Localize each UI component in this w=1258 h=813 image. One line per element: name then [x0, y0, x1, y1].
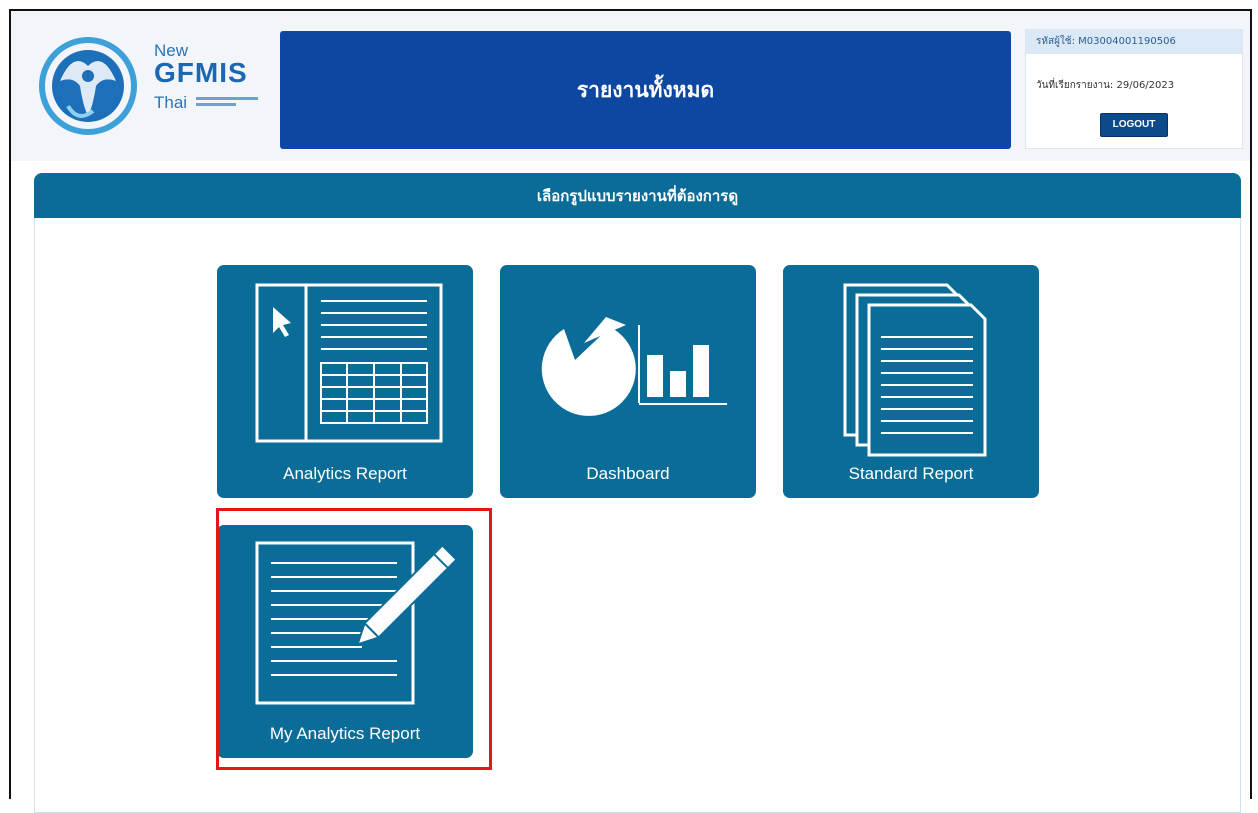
app-frame: New GFMIS Thai รายงานทั้งหมด รหัสผู้ใช้:…	[9, 9, 1252, 813]
logout-button[interactable]: LOGOUT	[1100, 113, 1168, 137]
analytics-report-tile[interactable]: Analytics Report	[217, 265, 473, 498]
garuda-emblem-icon	[39, 37, 137, 135]
logo-gfmis-text: GFMIS	[154, 57, 248, 88]
selection-highlight	[216, 508, 492, 770]
user-id-value: M03004001190506	[1078, 36, 1176, 47]
tile-label: Analytics Report	[283, 464, 407, 483]
panel-heading-bar: เลือกรูปแบบรายงานที่ต้องการดู	[34, 173, 1241, 218]
title-banner: รายงานทั้งหมด	[280, 31, 1011, 149]
report-date-value: 29/06/2023	[1116, 80, 1175, 91]
tile-label: Standard Report	[848, 464, 974, 483]
tile-label: Dashboard	[586, 464, 670, 483]
page-header: New GFMIS Thai รายงานทั้งหมด รหัสผู้ใช้:…	[11, 11, 1250, 161]
logo-tagline	[196, 97, 258, 100]
user-info-box: รหัสผู้ใช้: M03004001190506 วันที่เรียกร…	[1025, 29, 1243, 149]
standard-report-tile[interactable]: Standard Report	[783, 265, 1039, 498]
logo-thai-text: Thai	[154, 93, 188, 112]
gfmis-logo: New GFMIS Thai	[38, 31, 278, 141]
dashboard-tile[interactable]: Dashboard	[500, 265, 756, 498]
user-id-row: รหัสผู้ใช้: M03004001190506	[1026, 30, 1242, 54]
logo-tagline	[196, 103, 236, 106]
report-date-label: วันที่เรียกรายงาน:	[1036, 80, 1114, 91]
user-id-label: รหัสผู้ใช้:	[1036, 36, 1075, 47]
panel-heading: เลือกรูปแบบรายงานที่ต้องการดู	[536, 186, 739, 205]
page-title: รายงานทั้งหมด	[576, 77, 715, 102]
report-date-row: วันที่เรียกรายงาน: 29/06/2023	[1036, 78, 1174, 93]
